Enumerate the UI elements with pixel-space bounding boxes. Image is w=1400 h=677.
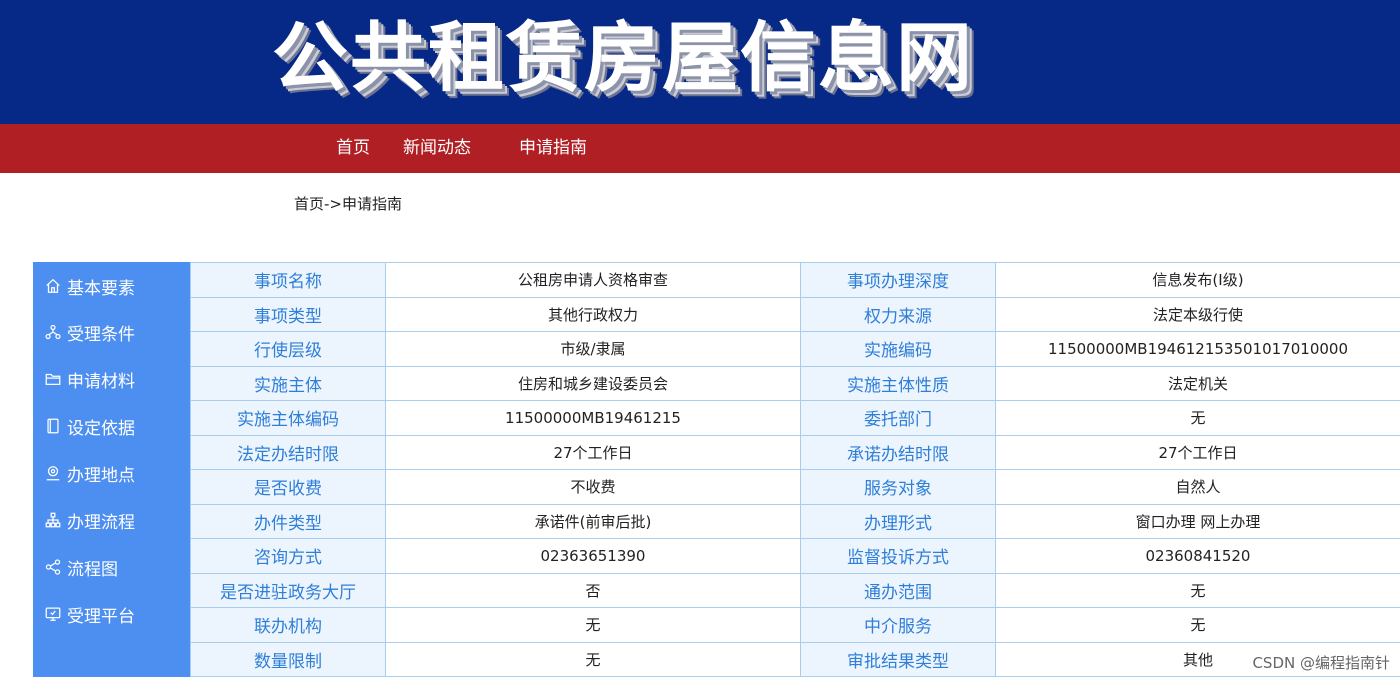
field-value: 否 [385,572,801,608]
field-label: 事项名称 [190,262,386,298]
field-value: 信息发布(Ⅰ级) [995,262,1400,298]
home-icon [43,276,63,296]
main-nav: 首页 新闻动态 申请指南 [0,124,1400,173]
field-label: 实施编码 [800,331,996,367]
field-label: 咨询方式 [190,538,386,574]
sidebar-item-basic-elements[interactable]: 基本要素 [33,263,190,309]
field-label: 数量限制 [190,641,386,677]
sidebar: 基本要素 受理条件 申请材料 设定依据 办理地点 办理流程 流程图 受理平台 [33,262,190,677]
table-row: 咨询方式 02363651390 监督投诉方式 02360841520 [190,538,1400,574]
field-value: 02360841520 [995,538,1400,574]
sidebar-item-label: 办理流程 [67,512,135,533]
field-value: 无 [995,607,1400,643]
field-label: 行使层级 [190,331,386,367]
document-icon [43,416,63,436]
table-row: 数量限制无审批结果类型 其他 [190,641,1400,677]
breadcrumb-current: 申请指南 [342,195,403,213]
basic-elements-table: 事项名称 公租房申请人资格审查 事项办理深度 信息发布(Ⅰ级) 事项类型 其他行政权力 权力… [190,262,1400,677]
sidebar-item-label: 办理地点 [67,465,135,486]
table-row: 实施主体 住房和城乡建设委员会 实施主体性质 法定机关 [190,365,1400,401]
field-value: 无 [995,572,1400,608]
nav-item-home[interactable]: 首页 [336,124,370,173]
field-value: 市级/隶属 [385,331,801,367]
table-row: 法定办结时限 27个工作日 承诺办结时限 27个工作日 [190,434,1400,470]
field-value: 无 [385,641,801,677]
nav-item-guide[interactable]: 申请指南 [519,124,587,173]
field-label: 办理形式 [800,503,996,539]
table-row: 办件类型 承诺件(前审后批) 办理形式 窗口办理 网上办理 [190,503,1400,539]
folder-icon [43,369,63,389]
field-value: 法定本级行使 [995,296,1400,332]
field-label: 实施主体性质 [800,365,996,401]
field-label: 事项类型 [190,296,386,332]
share-icon [43,557,63,577]
field-label: 事项办理深度 [800,262,996,298]
sidebar-item-location[interactable]: 办理地点 [33,450,190,496]
field-label: 监督投诉方式 [800,538,996,574]
breadcrumb: 首页->申请指南 [294,193,402,215]
table-row: 事项名称 公租房申请人资格审查 事项办理深度 信息发布(Ⅰ级) [190,262,1400,298]
field-label: 通办范围 [800,572,996,608]
field-value: 自然人 [995,469,1400,505]
field-label: 办件类型 [190,503,386,539]
field-label: 承诺办结时限 [800,434,996,470]
field-label: 权力来源 [800,296,996,332]
sidebar-item-platform[interactable]: 受理平台 [33,591,190,637]
field-value: 无 [995,400,1400,436]
sidebar-item-label: 受理平台 [67,606,135,627]
field-value: 窗口办理 网上办理 [995,503,1400,539]
field-value: 不收费 [385,469,801,505]
monitor-icon [43,604,63,624]
sidebar-item-label: 基本要素 [67,278,135,299]
sidebar-item-materials[interactable]: 申请材料 [33,356,190,402]
location-pin-icon [43,463,63,483]
sidebar-item-conditions[interactable]: 受理条件 [33,309,190,355]
table-row: 联办机构无中介服务无 [190,607,1400,643]
field-value: 11500000MB19461215 [385,400,801,436]
nav-item-news[interactable]: 新闻动态 [403,124,471,173]
field-value: 公租房申请人资格审查 [385,262,801,298]
field-label: 实施主体编码 [190,400,386,436]
watermark: CSDN @编程指南针 [1252,654,1390,672]
field-value: 承诺件(前审后批) [385,503,801,539]
field-value: 27个工作日 [385,434,801,470]
field-value: 其他行政权力 [385,296,801,332]
sidebar-item-flowchart[interactable]: 流程图 [33,544,190,590]
table-row: 事项类型 其他行政权力 权力来源 法定本级行使 [190,296,1400,332]
flow-icon [43,510,63,530]
breadcrumb-separator: -> [324,195,342,213]
field-label: 中介服务 [800,607,996,643]
field-value: 无 [385,607,801,643]
field-label: 是否收费 [190,469,386,505]
table-body: 事项名称 公租房申请人资格审查 事项办理深度 信息发布(Ⅰ级) 事项类型 其他行政权力 权力… [190,262,1400,677]
sidebar-item-label: 受理条件 [67,324,135,345]
field-label: 服务对象 [800,469,996,505]
table-row: 行使层级 市级/隶属 实施编码 11500000MB19461215350101701… [190,331,1400,367]
sidebar-item-process[interactable]: 办理流程 [33,497,190,543]
hierarchy-icon [43,322,63,342]
field-value: 02363651390 [385,538,801,574]
field-value: 11500000MB19461215350101701000​0 [995,331,1400,367]
table-row: 是否收费 不收费 服务对象 自然人 [190,469,1400,505]
field-label: 实施主体 [190,365,386,401]
field-value: 住房和城乡建设委员会 [385,365,801,401]
sidebar-item-label: 申请材料 [67,371,135,392]
site-title: 公共租赁房屋信息网 [272,13,974,102]
field-label: 法定办结时限 [190,434,386,470]
breadcrumb-home-link[interactable]: 首页 [294,195,324,213]
field-label: 联办机构 [190,607,386,643]
field-label: 审批结果类型 [800,641,996,677]
field-label: 是否进驻政务大厅 [190,572,386,608]
sidebar-item-label: 设定依据 [67,418,135,439]
field-label: 委托部门 [800,400,996,436]
sidebar-item-basis[interactable]: 设定依据 [33,403,190,449]
table-row: 是否进驻政务大厅否通办范围无 [190,572,1400,608]
field-value: 法定机关 [995,365,1400,401]
header-banner: 公共租赁房屋信息网 [0,0,1400,124]
sidebar-item-label: 流程图 [67,559,118,580]
field-value: 27个工作日 [995,434,1400,470]
table-row: 实施主体编码 11500000MB19461215 委托部门无 [190,400,1400,436]
